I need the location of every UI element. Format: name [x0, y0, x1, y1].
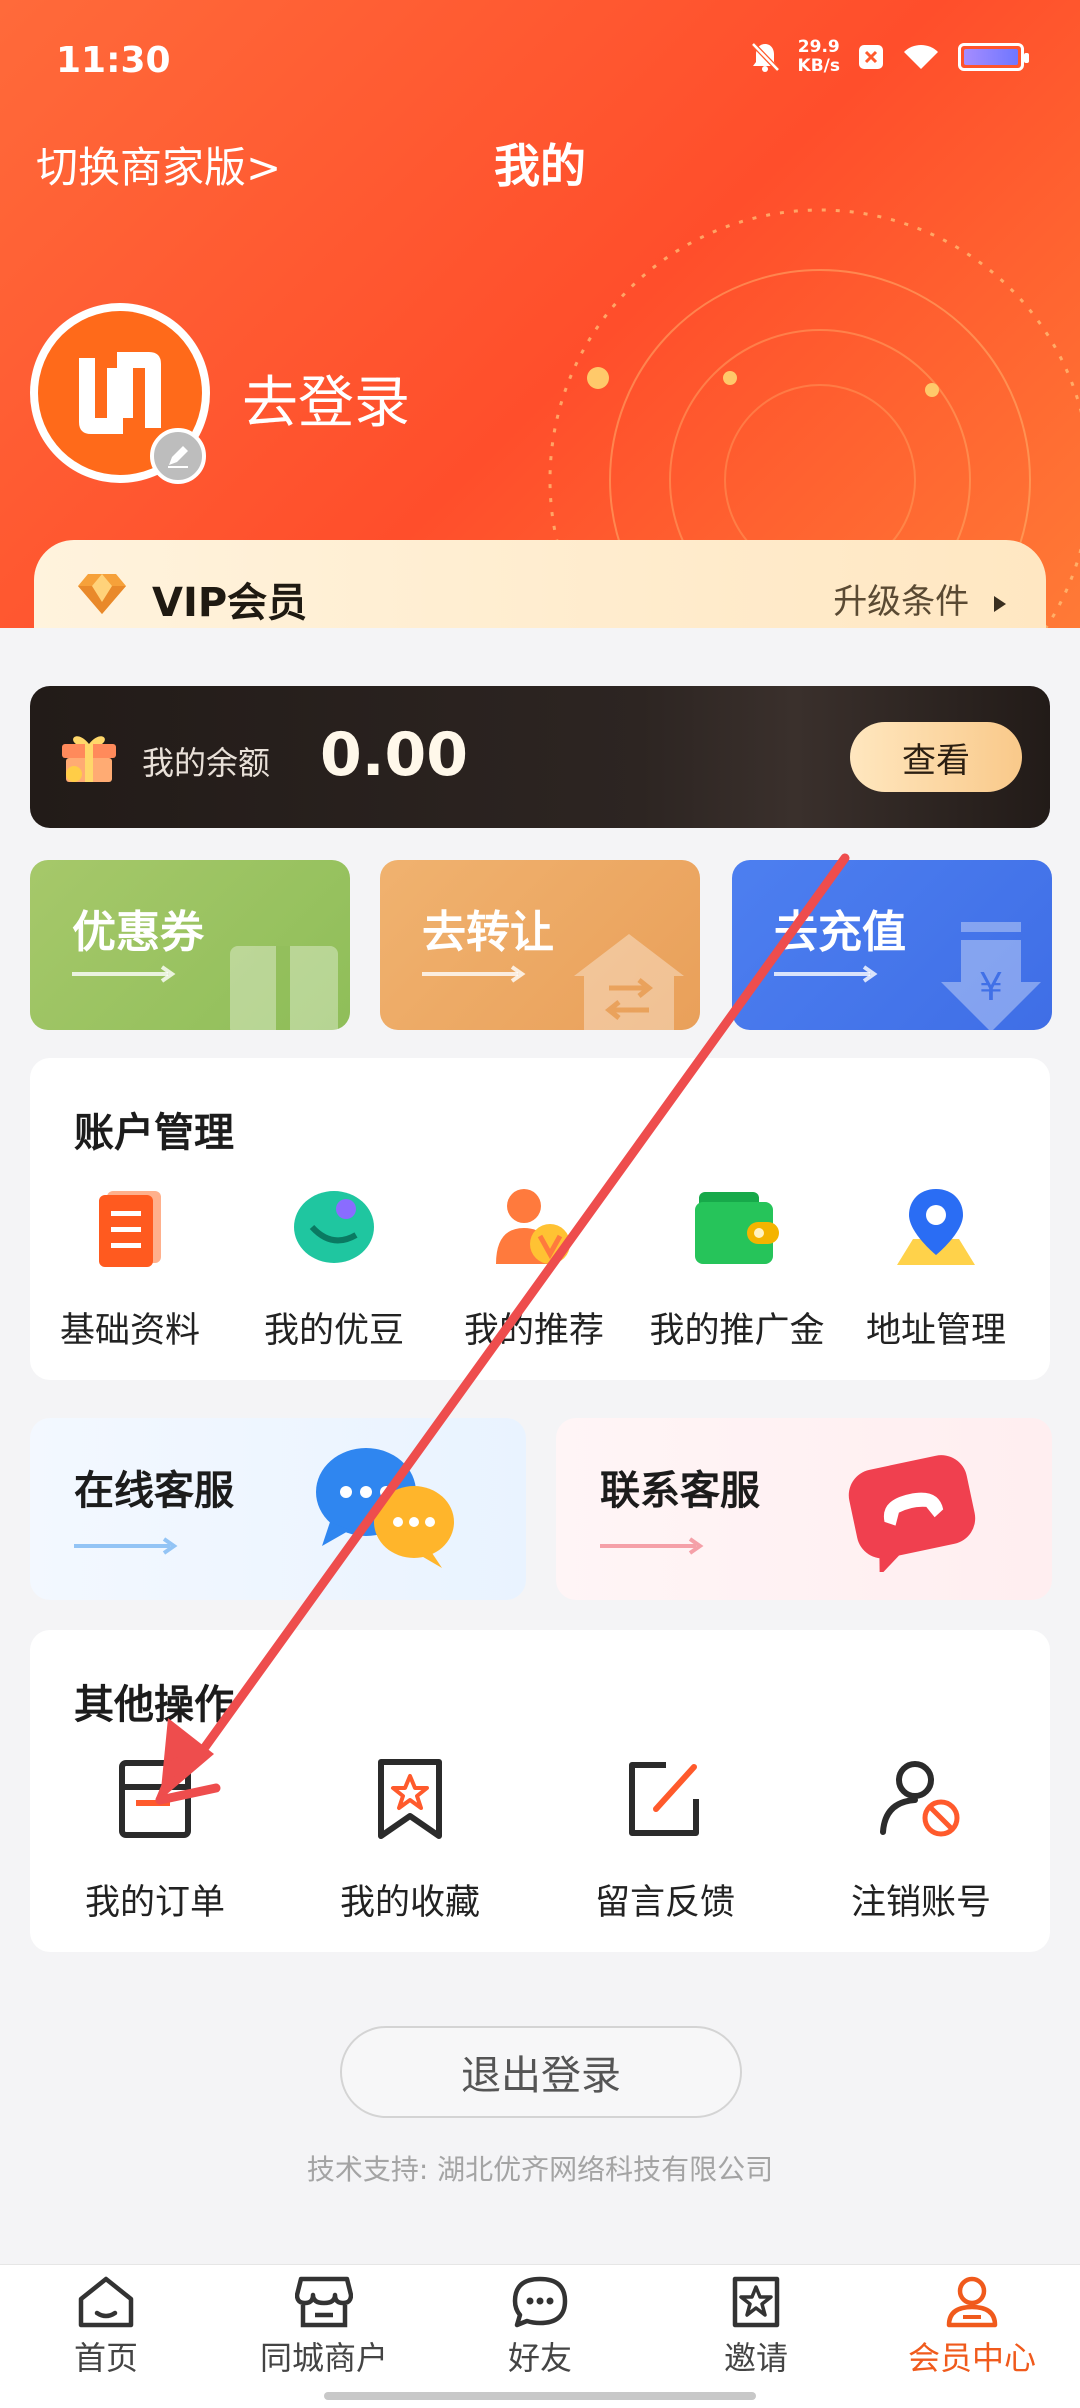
feedback-item[interactable]: 留言反馈: [540, 1754, 790, 1925]
store-icon: [295, 2276, 353, 2328]
cancel-account-label: 注销账号: [850, 1883, 991, 1923]
arrow-right-icon: [774, 965, 878, 983]
online-service-label: 在线客服: [74, 1468, 234, 1514]
nav-member-center[interactable]: 会员中心: [872, 2275, 1072, 2379]
transfer-card[interactable]: 去转让: [380, 860, 700, 1030]
my-beans-label: 我的优豆: [263, 1311, 404, 1351]
address-management-label: 地址管理: [865, 1311, 1006, 1351]
svg-text:¥: ¥: [979, 965, 1003, 1009]
wallet-icon: [695, 1192, 779, 1264]
account-section-title: 账户管理: [74, 1110, 234, 1156]
balance-value: 0.00: [320, 720, 469, 790]
other-actions-panel: 其他操作 我的订单 我的收藏 留言反馈 注销账号: [30, 1630, 1050, 1952]
arrow-right-icon: [600, 1537, 704, 1555]
contact-service-label: 联系客服: [600, 1468, 760, 1514]
other-section-title: 其他操作: [74, 1682, 234, 1728]
contact-service-card[interactable]: 联系客服: [556, 1418, 1052, 1600]
gift-box-icon: [62, 736, 116, 782]
my-referrals-item[interactable]: 我的推荐: [444, 1182, 624, 1353]
coupon-label: 优惠券: [72, 907, 204, 958]
bottom-nav: 首页 同城商户 好友 邀请 会员中心: [0, 2264, 1080, 2408]
nav-local-merchants[interactable]: 同城商户: [224, 2275, 424, 2379]
my-orders-item[interactable]: 我的订单: [30, 1754, 280, 1925]
caret-right-icon: [994, 595, 1006, 612]
network-speed-value: 29.9: [797, 37, 840, 57]
nav-local-merchants-label: 同城商户: [259, 2339, 388, 2377]
bean-icon: [294, 1191, 374, 1263]
house-transfer-icon: [574, 934, 684, 1030]
battery-icon: [958, 43, 1029, 71]
network-speed: 29.9 KB/s: [798, 38, 840, 76]
transfer-label: 去转让: [422, 907, 554, 958]
arrow-right-icon: [72, 965, 176, 983]
chat-bubbles-icon: [316, 1448, 454, 1568]
feedback-edit-icon: [629, 1762, 699, 1836]
my-beans-item[interactable]: 我的优豆: [244, 1182, 424, 1353]
chat-icon: [512, 2276, 568, 2328]
online-service-card[interactable]: 在线客服: [30, 1418, 526, 1600]
my-favorites-item[interactable]: 我的收藏: [285, 1754, 535, 1925]
nav-home-label: 首页: [73, 2339, 138, 2377]
profile-header: 11:30 29.9 KB/s 切换商家版> 我的 去登录 VIP会员 升级条件: [0, 0, 1080, 628]
my-favorites-label: 我的收藏: [339, 1883, 480, 1923]
arrow-right-icon: [422, 965, 526, 983]
vip-membership-bar[interactable]: VIP会员 升级条件: [34, 540, 1046, 628]
login-link[interactable]: 去登录: [242, 358, 410, 439]
basic-info-label: 基础资料: [59, 1311, 200, 1351]
page-title: 我的: [494, 139, 586, 193]
recharge-label: 去充值: [774, 907, 906, 958]
profile-doc-icon: [99, 1191, 161, 1267]
feedback-label: 留言反馈: [594, 1883, 735, 1923]
home-icon: [78, 2276, 134, 2328]
nav-home[interactable]: 首页: [6, 2275, 206, 2379]
referral-user-icon: [496, 1189, 570, 1264]
order-icon: [119, 1760, 191, 1838]
coupon-card[interactable]: 优惠券: [30, 860, 350, 1030]
phone-bubble-icon: [848, 1455, 976, 1572]
vip-upgrade-link[interactable]: 升级条件: [833, 574, 1010, 623]
pencil-icon: [168, 446, 188, 468]
member-icon: [946, 2276, 998, 2328]
nav-member-center-label: 会员中心: [907, 2339, 1036, 2377]
nav-friends-label: 好友: [507, 2339, 572, 2377]
mute-bell-icon: [750, 42, 780, 72]
basic-info-item[interactable]: 基础资料: [40, 1182, 220, 1353]
status-icons: 29.9 KB/s: [750, 38, 1029, 76]
network-speed-unit: KB/s: [797, 56, 840, 76]
bookmark-icon: [378, 1759, 442, 1839]
cancel-account-icon: [880, 1761, 960, 1837]
address-management-item[interactable]: 地址管理: [846, 1182, 1026, 1353]
vip-label: VIP会员: [152, 580, 308, 626]
recharge-card[interactable]: 去充值 ¥: [732, 860, 1052, 1030]
account-management-panel: 账户管理 基础资料 我的优豆 我的推荐 我的推广金 地址管理: [30, 1058, 1050, 1380]
sim-x-icon: [859, 45, 883, 69]
invite-star-icon: [732, 2276, 780, 2328]
location-pin-icon: [897, 1189, 975, 1265]
my-referrals-label: 我的推荐: [463, 1311, 604, 1351]
cancel-account-item[interactable]: 注销账号: [796, 1754, 1046, 1925]
nav-invite-label: 邀请: [723, 2339, 788, 2377]
vip-upgrade-label: 升级条件: [833, 582, 970, 622]
balance-card: 我的余额 0.00 查看: [30, 686, 1050, 828]
arrow-right-icon: [74, 1537, 178, 1555]
status-bar: 11:30 29.9 KB/s: [0, 0, 1080, 125]
status-time: 11:30: [56, 40, 171, 81]
view-balance-button[interactable]: 查看: [850, 722, 1022, 792]
tech-support-text: 技术支持: 湖北优齐网络科技有限公司: [306, 2153, 774, 2186]
wifi-icon: [904, 44, 938, 69]
balance-label: 我的余额: [142, 744, 271, 782]
promotion-fund-label: 我的推广金: [649, 1311, 825, 1351]
app-logo-icon: [79, 352, 161, 434]
vip-diamond-icon: [78, 574, 126, 614]
nav-invite[interactable]: 邀请: [656, 2275, 856, 2379]
promotion-fund-item[interactable]: 我的推广金: [632, 1182, 842, 1353]
logout-button[interactable]: 退出登录: [340, 2026, 742, 2118]
my-orders-label: 我的订单: [84, 1883, 225, 1923]
edit-avatar-button[interactable]: [150, 428, 206, 484]
nav-friends[interactable]: 好友: [440, 2275, 640, 2379]
coupon-book-icon: [230, 946, 338, 1030]
yuan-download-icon: ¥: [941, 922, 1041, 1030]
home-indicator: [324, 2392, 756, 2400]
